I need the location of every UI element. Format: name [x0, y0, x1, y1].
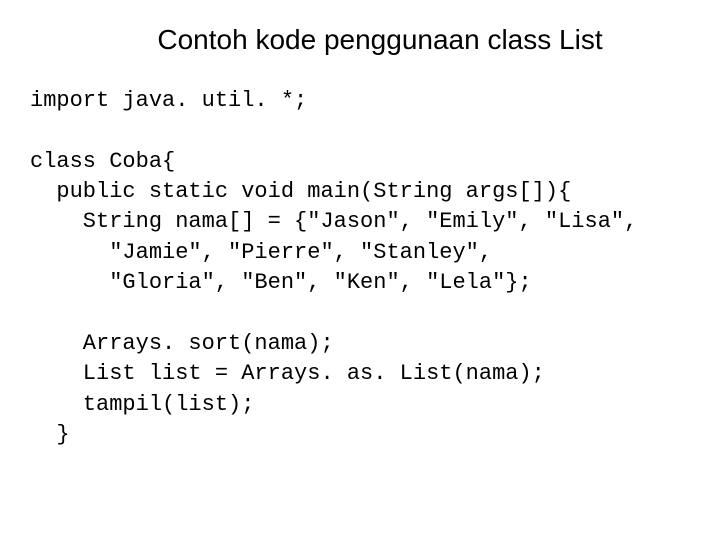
slide-container: Contoh kode penggunaan class List import… [0, 0, 720, 480]
slide-title: Contoh kode penggunaan class List [30, 24, 690, 56]
code-example: import java. util. *; class Coba{ public… [30, 86, 690, 450]
